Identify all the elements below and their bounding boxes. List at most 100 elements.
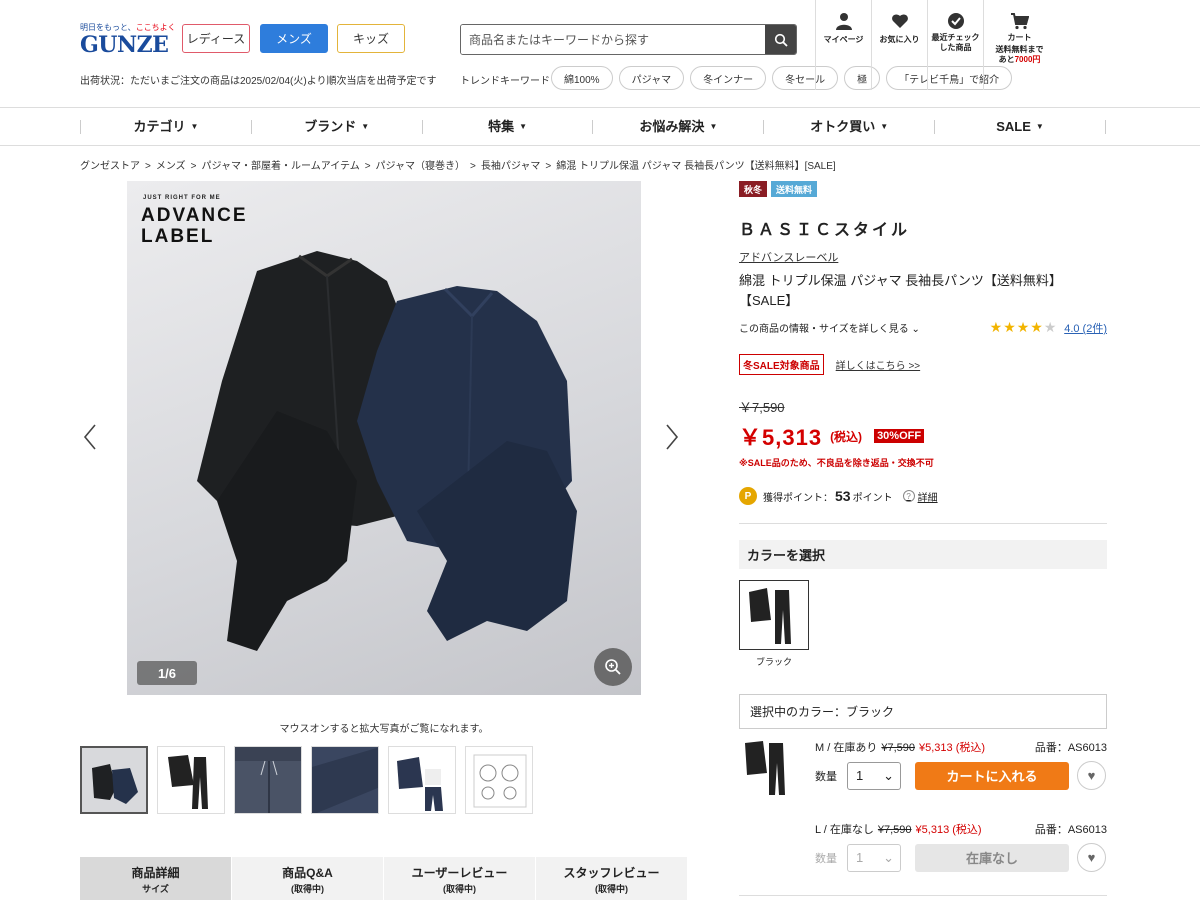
tax-label: (税込): [830, 429, 863, 444]
nav-sale[interactable]: SALE ▼: [934, 119, 1106, 134]
out-of-stock-button: 在庫なし: [915, 843, 1069, 872]
trend-chip[interactable]: 冬インナー: [690, 66, 767, 90]
tab-qa[interactable]: 商品Q&A (取得中): [232, 857, 384, 900]
heart-icon: ♥: [1087, 850, 1096, 865]
header-icon-menu: マイページ お気に入り 最近チェック した商品 カート 送料無料まで あと700…: [815, 0, 1055, 90]
points-help-link[interactable]: ? 詳細: [902, 489, 938, 504]
thumbnail[interactable]: [157, 746, 225, 814]
breadcrumb-link[interactable]: グンゼストア: [80, 161, 140, 172]
heart-icon: [891, 14, 908, 28]
thumbnail-list: [80, 746, 533, 814]
season-badge: 秋冬: [739, 181, 768, 197]
caret-down-icon: ▼: [1035, 121, 1044, 131]
search-bar: [460, 24, 797, 55]
cart-remaining-amount: あと7000円: [998, 55, 1041, 64]
favorite-button[interactable]: ♥: [1077, 843, 1106, 872]
nav-deals[interactable]: オトク買い ▼: [763, 119, 934, 134]
tab-details[interactable]: 商品詳細 サイズ: [80, 857, 232, 900]
product-title: 綿混 トリプル保温 パジャマ 長袖長パンツ【送料無料】【SALE】: [739, 273, 1062, 308]
product-style-title: ＢＡＳＩＣスタイル: [739, 222, 911, 239]
chevron-right-icon: [666, 424, 679, 450]
sku-size-stock: M / 在庫あり: [815, 742, 878, 754]
mypage-label: マイページ: [823, 35, 864, 44]
trend-chip[interactable]: 綿100%: [551, 66, 613, 90]
nav-category[interactable]: カテゴリ ▼: [80, 119, 251, 134]
brand-link[interactable]: アドバンスレーベル: [739, 249, 1107, 265]
zoom-note: マウスオンすると拡大写真がご覧になれます。: [279, 724, 489, 735]
sku-size-stock: L / 在庫なし: [815, 824, 874, 836]
search-button[interactable]: [765, 25, 796, 54]
sale-return-note: ※SALE品のため、不良品を除き返品・交換不可: [739, 458, 934, 468]
favorite-button[interactable]: ♥: [1077, 761, 1106, 790]
cart-icon: [1010, 13, 1029, 30]
gunze-logo[interactable]: 明日をもっと、ここちよく GUNZE: [80, 22, 176, 57]
cart-link[interactable]: カート 送料無料まで あと7000円: [983, 0, 1055, 90]
caret-down-icon: ▼: [361, 121, 370, 131]
add-to-cart-button[interactable]: カートに入れる: [915, 761, 1069, 790]
product-info-panel: 秋冬 送料無料 ＢＡＳＩＣスタイル アドバンスレーベル 綿混 トリプル保温 パジ…: [739, 181, 1107, 872]
check-circle-icon: [947, 13, 964, 29]
chevron-down-icon: ⌄: [883, 767, 894, 783]
discount-badge: 30%OFF: [874, 429, 925, 443]
tab-user-reviews[interactable]: ユーザーレビュー (取得中): [384, 857, 536, 900]
breadcrumb: グンゼストア > メンズ > パジャマ・部屋着・ルームアイテム > パジャマ（寝巻き） > 長袖…: [80, 161, 836, 172]
caret-down-icon: ▼: [519, 121, 528, 131]
sku-original-price: ¥7,590: [881, 742, 915, 754]
rating-link[interactable]: 4.0 (2件): [1064, 323, 1107, 335]
gallery-pager: 1/6: [137, 661, 197, 685]
points-row: P 獲得ポイント： 53 ポイント ? 詳細: [739, 487, 1107, 505]
caret-down-icon: ▼: [190, 121, 199, 131]
breadcrumb-link[interactable]: パジャマ・部屋着・ルームアイテム: [202, 161, 360, 172]
trend-keyword-label: トレンドキーワード: [460, 76, 550, 87]
color-swatch-label: ブラック: [755, 657, 792, 667]
sku-sale-price: ¥5,313 (税込): [919, 742, 986, 754]
shipping-status: 出荷状況：ただいまご注文の商品は2025/02/04(火)より順次当店を出荷予定…: [80, 76, 437, 87]
quantity-select[interactable]: 1 ⌄: [847, 761, 901, 790]
gallery-prev-button[interactable]: [80, 420, 100, 454]
trend-chip[interactable]: パジャマ: [618, 66, 685, 90]
search-input[interactable]: [461, 25, 765, 54]
breadcrumb-link[interactable]: 長袖パジャマ: [481, 161, 541, 172]
breadcrumb-link[interactable]: メンズ: [156, 161, 186, 172]
question-icon: ?: [902, 490, 915, 502]
search-icon: [774, 33, 788, 47]
product-info-link[interactable]: この商品の情報・サイズを詳しく見る ⌄: [739, 320, 920, 335]
thumbnail[interactable]: [388, 746, 456, 814]
thumbnail[interactable]: [465, 746, 533, 814]
thumbnail[interactable]: [80, 746, 148, 814]
breadcrumb-link[interactable]: パジャマ（寝巻き）: [376, 161, 466, 172]
mypage-link[interactable]: マイページ: [815, 0, 871, 90]
star-rating-icon: ★★★★★: [989, 319, 1058, 335]
detail-tabs: 商品詳細 サイズ 商品Q&A (取得中) ユーザーレビュー (取得中) スタッフレビュ…: [80, 857, 688, 900]
chevron-left-icon: [83, 424, 96, 450]
tab-staff-reviews[interactable]: スタッフレビュー (取得中): [536, 857, 688, 900]
points-icon: P: [739, 487, 757, 505]
quantity-label: 数量: [815, 770, 837, 783]
product-main-image[interactable]: JUST RIGHT FOR ME ADVANCE LABEL 1/6: [127, 181, 641, 695]
sale-details-link[interactable]: 詳しくはこちら >>: [836, 357, 920, 372]
color-select-heading: カラーを選択: [739, 540, 1107, 569]
sale-price: ￥5,313: [739, 425, 823, 450]
gallery-next-button[interactable]: [662, 420, 682, 454]
nav-solutions[interactable]: お悩み解決 ▼: [592, 119, 763, 134]
nav-features[interactable]: 特集 ▼: [421, 119, 593, 134]
product-badges: 秋冬 送料無料: [739, 181, 1107, 197]
favorites-link[interactable]: お気に入り: [871, 0, 927, 90]
category-mens-button[interactable]: メンズ: [260, 24, 328, 53]
thumbnail[interactable]: [311, 746, 379, 814]
zoom-button[interactable]: [594, 648, 632, 686]
category-kids-button[interactable]: キッズ: [337, 24, 405, 53]
thumbnail[interactable]: [234, 746, 302, 814]
original-price: ￥7,590: [739, 400, 785, 415]
color-swatch-black[interactable]: [739, 580, 809, 650]
nav-brand[interactable]: ブランド ▼: [250, 119, 422, 134]
chevron-down-icon: ⌄: [911, 324, 920, 335]
category-ladies-button[interactable]: レディース: [182, 24, 250, 53]
caret-down-icon: ▼: [709, 121, 718, 131]
recently-viewed-link[interactable]: 最近チェック した商品: [927, 0, 983, 90]
pajama-swatch-image: [749, 588, 791, 644]
pajama-photo: [197, 251, 577, 651]
points-value: 53: [835, 488, 851, 504]
favorites-label: お気に入り: [879, 35, 920, 44]
main-nav: カテゴリ ▼ ブランド ▼ 特集 ▼ お悩み解決 ▼ オトク買い ▼ SALE ▼: [0, 108, 1200, 146]
